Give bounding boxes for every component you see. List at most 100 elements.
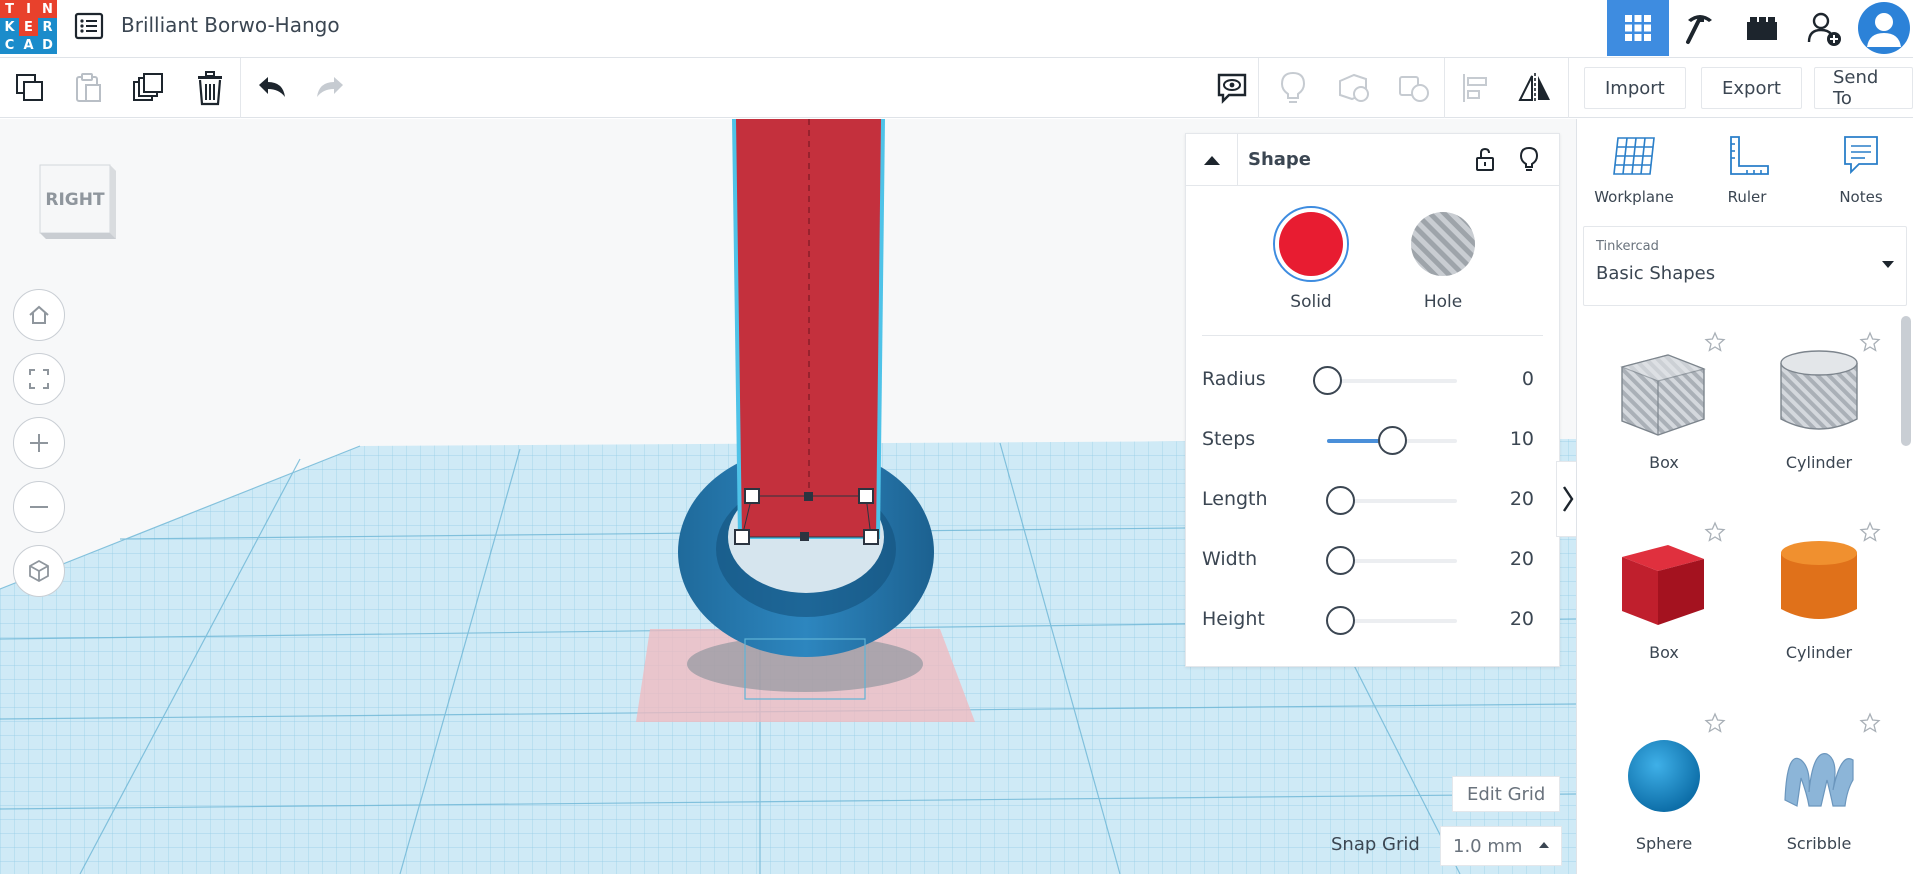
document-title[interactable]: Brilliant Borwo-Hango <box>121 13 340 37</box>
send-to-button[interactable]: Send To <box>1814 67 1913 109</box>
property-label: Radius <box>1202 368 1266 390</box>
star-icon[interactable] <box>1859 331 1881 353</box>
box-hole-thumbnail <box>1620 354 1706 436</box>
logo-letter: D <box>38 36 57 54</box>
zoom-in-button[interactable] <box>13 417 65 469</box>
plus-icon <box>30 434 48 452</box>
shape-panel-title: Shape <box>1248 149 1312 170</box>
shape-library-select[interactable]: Tinkercad Basic Shapes <box>1583 226 1907 306</box>
hole-option[interactable]: Hole <box>1398 206 1488 312</box>
export-button[interactable]: Export <box>1701 67 1802 109</box>
ruler-icon <box>1730 136 1769 175</box>
brick-icon[interactable] <box>1731 0 1793 56</box>
design-list-icon[interactable] <box>74 12 104 40</box>
shape-sphere[interactable]: Sphere <box>1594 700 1734 874</box>
slider-knob[interactable] <box>1326 486 1355 515</box>
workplane-label: Workplane <box>1594 188 1674 206</box>
paste-icon[interactable] <box>68 68 108 108</box>
star-icon[interactable] <box>1704 712 1726 734</box>
lightbulb-icon[interactable] <box>1273 68 1313 108</box>
height-slider[interactable] <box>1326 606 1457 635</box>
home-view-button[interactable] <box>13 289 65 341</box>
logo-letter: A <box>19 36 38 54</box>
snap-grid-select[interactable]: 1.0 mm <box>1440 826 1562 866</box>
3d-design-grid-icon[interactable] <box>1607 0 1669 56</box>
fit-view-button[interactable] <box>13 353 65 405</box>
notes-visibility-icon[interactable] <box>1212 68 1252 108</box>
star-icon[interactable] <box>1704 521 1726 543</box>
align-icon[interactable] <box>1456 68 1496 108</box>
notes-tool[interactable]: Notes <box>1805 134 1913 206</box>
logo-letter: C <box>0 36 19 54</box>
hole-swatch[interactable] <box>1405 206 1481 282</box>
cylinder-thumbnail <box>1781 541 1857 619</box>
hole-label: Hole <box>1423 292 1463 312</box>
copy-icon[interactable] <box>10 68 50 108</box>
notes-icon <box>1844 136 1878 175</box>
duplicate-icon[interactable] <box>128 68 168 108</box>
shape-box-hole[interactable]: Box <box>1594 319 1734 499</box>
ruler-label: Ruler <box>1727 188 1767 206</box>
property-value[interactable]: 20 <box>1510 488 1534 510</box>
slider-knob[interactable] <box>1326 546 1355 575</box>
lightbulb-icon[interactable] <box>1516 146 1542 172</box>
slider-knob[interactable] <box>1378 426 1407 455</box>
user-avatar[interactable] <box>1855 0 1913 56</box>
workplane-tool[interactable]: Workplane <box>1578 134 1690 206</box>
tinkercad-logo[interactable]: T I N K E R C A D <box>0 0 57 54</box>
right-sidebar: Workplane Ruler Notes Tinkercad Basic Sh… <box>1576 119 1913 874</box>
property-length: Length 20 <box>1202 480 1542 520</box>
property-width: Width 20 <box>1202 540 1542 580</box>
shape-name: Sphere <box>1635 834 1693 853</box>
logo-letter: R <box>38 18 57 36</box>
logo-letter: E <box>19 18 38 36</box>
property-steps: Steps 10 <box>1202 420 1542 460</box>
toolbar-divider <box>240 58 241 118</box>
property-value[interactable]: 20 <box>1510 548 1534 570</box>
solid-option[interactable]: Solid <box>1266 206 1356 312</box>
star-icon[interactable] <box>1704 331 1726 353</box>
shape-cylinder[interactable]: Cylinder <box>1749 509 1889 689</box>
property-label: Length <box>1202 488 1268 510</box>
steps-slider[interactable] <box>1327 426 1457 455</box>
edit-toolbar: Import Export Send To <box>0 58 1913 118</box>
property-value[interactable]: 20 <box>1510 608 1534 630</box>
width-slider[interactable] <box>1326 546 1457 575</box>
zoom-out-button[interactable] <box>13 481 65 533</box>
solid-label: Solid <box>1290 292 1332 312</box>
slider-knob[interactable] <box>1313 366 1342 395</box>
undo-icon[interactable] <box>252 68 292 108</box>
import-button[interactable]: Import <box>1584 67 1686 109</box>
group-icon[interactable] <box>1334 68 1374 108</box>
delete-icon[interactable] <box>190 68 230 108</box>
mirror-icon[interactable] <box>1515 68 1555 108</box>
perspective-button[interactable] <box>13 545 65 597</box>
sphere-thumbnail <box>1628 740 1700 812</box>
property-value[interactable]: 10 <box>1510 428 1534 450</box>
star-icon[interactable] <box>1859 712 1881 734</box>
solid-swatch[interactable] <box>1273 206 1349 282</box>
length-slider[interactable] <box>1326 486 1457 515</box>
shape-name: Cylinder <box>1785 643 1853 662</box>
add-user-icon[interactable] <box>1793 0 1855 56</box>
caret-up-icon <box>1203 156 1220 165</box>
slider-knob[interactable] <box>1326 606 1355 635</box>
shape-box[interactable]: Box <box>1594 509 1734 689</box>
star-icon[interactable] <box>1859 521 1881 543</box>
shape-scribble[interactable]: Scribble <box>1749 700 1889 874</box>
collapse-panel-button[interactable] <box>1186 134 1238 186</box>
view-cube[interactable]: RIGHT <box>38 159 118 244</box>
pickaxe-icon[interactable] <box>1669 0 1731 56</box>
redo-icon[interactable] <box>310 68 350 108</box>
shape-cylinder-hole[interactable]: Cylinder <box>1749 319 1889 499</box>
property-value[interactable]: 0 <box>1522 368 1534 390</box>
unlock-icon[interactable] <box>1473 146 1499 172</box>
workplane-icon <box>1613 137 1655 175</box>
edit-grid-button[interactable]: Edit Grid <box>1452 776 1561 812</box>
ungroup-icon[interactable] <box>1394 68 1434 108</box>
minus-icon <box>30 506 48 508</box>
property-label: Steps <box>1202 428 1256 450</box>
sidebar-scrollbar[interactable] <box>1901 316 1911 446</box>
ruler-tool[interactable]: Ruler <box>1691 134 1803 206</box>
radius-slider[interactable] <box>1313 366 1457 395</box>
